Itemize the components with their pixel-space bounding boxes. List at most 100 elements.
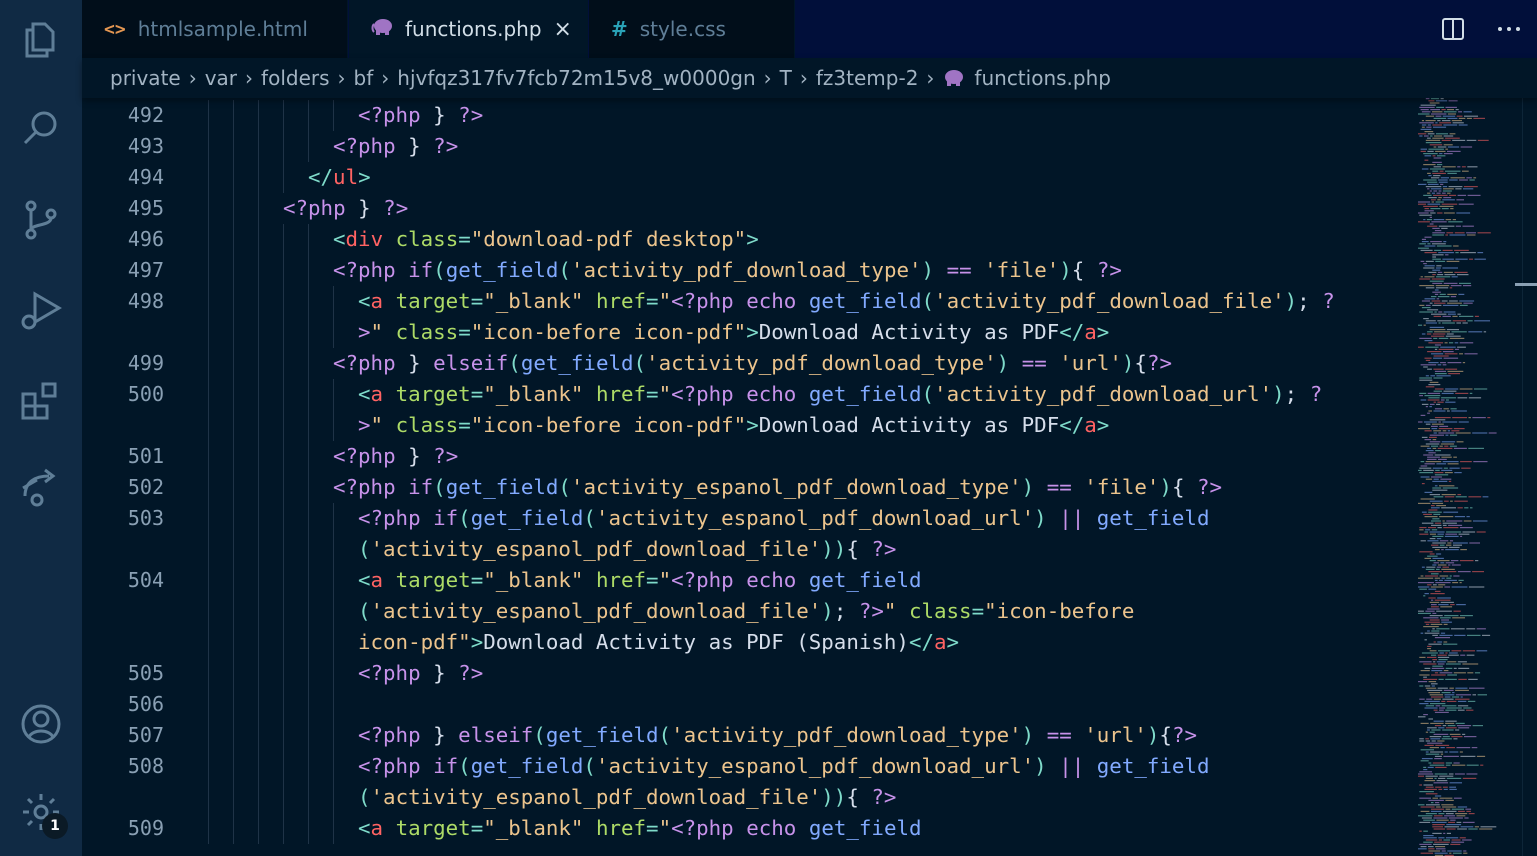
code-line[interactable]: 501 <?php } ?> [82,441,1412,472]
code-token: ?> [458,103,484,127]
minimap-stroke [1427,192,1431,194]
minimap-stroke [1430,722,1444,724]
minimap-stroke [1421,652,1438,654]
breadcrumb-item[interactable]: var [205,66,237,90]
code-line[interactable]: 504 <a target="_blank" href="<?php echo g… [82,565,1412,596]
indent-guide [333,658,334,689]
minimap-stroke [1434,293,1439,295]
minimap-stroke [1428,511,1442,513]
breadcrumb-item[interactable]: T [780,66,792,90]
extensions-icon[interactable] [0,370,82,430]
code-line[interactable]: 494 </ul> [82,162,1412,193]
minimap-stroke [1441,399,1445,401]
indent-guide [208,565,209,596]
code-line[interactable]: 495 <?php } ?> [82,193,1412,224]
minimap-stroke [1434,579,1438,581]
indent-guide [308,348,309,379]
minimap-stroke [1425,753,1440,755]
code-line[interactable]: icon-pdf">Download Activity as PDF (Span… [82,627,1412,658]
minimap-stroke [1443,144,1453,146]
minimap-stroke [1424,516,1438,518]
code-token: = [646,568,659,592]
code-line[interactable]: 506 [82,689,1412,720]
code-line[interactable]: 502 <?php if(get_field('activity_espanol_… [82,472,1412,503]
search-icon[interactable] [0,98,82,158]
minimap-stroke [1466,764,1479,766]
minimap-stroke [1462,777,1477,779]
minimap-stroke [1424,707,1438,709]
code-line[interactable]: 500 <a target="_blank" href="<?php echo g… [82,379,1412,410]
indent-guide [233,193,234,224]
tab-functions-php[interactable]: functions.php × [349,0,588,58]
breadcrumb-item[interactable]: private [110,66,181,90]
code-token: class [896,599,972,623]
tab-style-css[interactable]: # style.css [589,0,795,58]
minimap-stroke [1419,830,1422,832]
tab-htmlsample[interactable]: <> htmlsample.html [82,0,348,58]
minimap-stroke [1433,430,1442,432]
code-line[interactable]: 498 <a target="_blank" href="<?php echo g… [82,286,1412,317]
code-line[interactable]: 507 <?php } elseif(get_field('activity_pd… [82,720,1412,751]
more-actions-icon[interactable] [1481,0,1537,58]
minimap[interactable] [1412,98,1522,856]
code-line[interactable]: ('activity_espanol_pdf_download_file')){… [82,782,1412,813]
code-line[interactable]: >" class="icon-before icon-pdf">Download… [82,410,1412,441]
minimap-stroke [1442,566,1449,568]
accounts-icon[interactable] [0,694,82,754]
split-editor-icon[interactable] [1425,0,1481,58]
php-elephant-icon [371,18,393,40]
close-icon[interactable]: × [554,17,572,42]
code-line[interactable]: 497 <?php if(get_field('activity_pdf_down… [82,255,1412,286]
code-token: "icon-before icon-pdf" [470,413,747,437]
minimap-stroke [1482,634,1491,636]
minimap-stroke [1457,828,1467,830]
code-line[interactable]: 499 <?php } elseif(get_field('activity_pd… [82,348,1412,379]
minimap-stroke [1443,670,1449,672]
breadcrumb-item[interactable]: bf [354,66,374,90]
minimap-stroke [1424,430,1432,432]
code-line[interactable]: 493 <?php } ?> [82,131,1412,162]
code-line[interactable]: 496 <div class="download-pdf desktop"> [82,224,1412,255]
code-token: 'activity_espanol_pdf_download_file' [370,785,822,809]
breadcrumb-file[interactable]: functions.php [942,66,1111,90]
minimap-stroke [1466,177,1472,179]
code-line[interactable]: 503 <?php if(get_field('activity_espanol_… [82,503,1412,534]
minimap-stroke [1463,707,1472,709]
explorer-icon[interactable] [0,10,82,70]
code-line[interactable]: 492 <?php } ?> [82,100,1412,131]
code-token: href [583,816,647,840]
minimap-stroke [1431,113,1447,115]
breadcrumb-item[interactable]: hjvfqz317fv7fcb72m15v8_w0000gn [397,66,755,90]
minimap-stroke [1431,606,1439,608]
minimap-stroke [1418,469,1422,471]
minimap-stroke [1418,586,1430,588]
settings-gear-icon[interactable]: 1 [0,782,82,842]
minimap-stroke [1439,170,1444,172]
code-line[interactable]: >" class="icon-before icon-pdf">Download… [82,317,1412,348]
code-editor[interactable]: 492 <?php } ?> 493 <?php } ?> 494 </ul> 495 <?p… [82,98,1537,856]
minimap-stroke [1447,117,1458,119]
minimap-stroke [1477,694,1487,696]
minimap-stroke [1441,109,1446,111]
line-number: 494 [127,165,164,189]
breadcrumb-item[interactable]: folders [261,66,329,90]
code-line[interactable]: 505 <?php } ?> [82,658,1412,689]
code-token: "_blank" [483,289,584,313]
remote-icon[interactable] [0,458,82,518]
indent-guide [258,193,259,224]
minimap-stroke [1452,122,1464,124]
breadcrumb-item[interactable]: fz3temp-2 [816,66,919,90]
code-line[interactable]: 509 <a target="_blank" href="<?php echo g… [82,813,1412,844]
code-line[interactable]: ('activity_espanol_pdf_download_file')){… [82,534,1412,565]
minimap-stroke [1433,390,1442,392]
code-token: ) [1146,723,1160,747]
code-line[interactable]: ('activity_espanol_pdf_download_file'); … [82,596,1412,627]
code-line[interactable]: 508 <?php if(get_field('activity_espanol_… [82,751,1412,782]
source-control-icon[interactable] [0,190,82,250]
minimap-stroke [1431,428,1438,430]
minimap-stroke [1424,159,1429,161]
vertical-scrollbar[interactable] [1522,98,1537,856]
minimap-stroke [1445,667,1453,669]
run-debug-icon[interactable] [0,280,82,340]
minimap-stroke [1473,461,1488,463]
